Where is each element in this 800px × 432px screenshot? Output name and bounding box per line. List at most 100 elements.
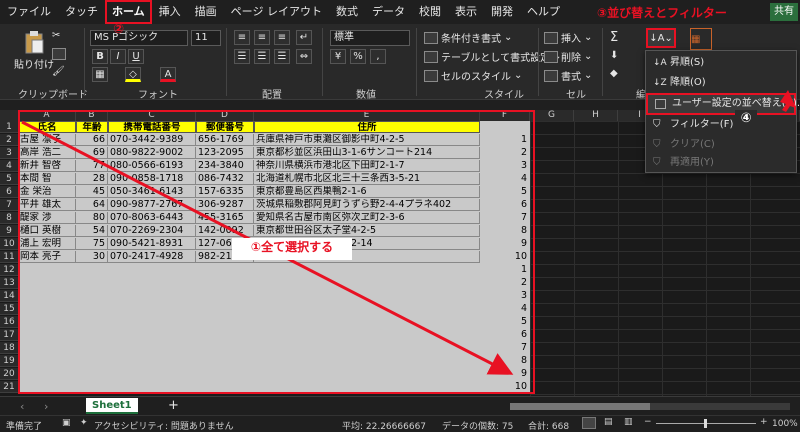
filter-label: フィルター(F) bbox=[670, 119, 734, 130]
status-ready: 準備完了 bbox=[6, 422, 43, 432]
group-style-label: スタイル bbox=[484, 90, 524, 101]
menu-touch[interactable]: タッチ bbox=[58, 0, 105, 24]
menu-file[interactable]: ファイル bbox=[0, 0, 58, 24]
menu-home[interactable]: ホーム bbox=[105, 0, 152, 24]
align-middle-button[interactable]: ≡ bbox=[254, 30, 270, 45]
zoom-in-icon[interactable]: + bbox=[760, 417, 768, 427]
conditional-format-button[interactable]: 条件付き書式 ⌄ bbox=[424, 30, 512, 45]
font-color-button[interactable]: A bbox=[160, 67, 176, 82]
copy-button[interactable] bbox=[52, 48, 66, 60]
insert-icon bbox=[544, 31, 558, 44]
paste-button[interactable]: 貼り付け bbox=[14, 30, 54, 71]
wrap-text-button[interactable]: ↵ bbox=[296, 30, 312, 45]
menu-review[interactable]: 校閲 bbox=[412, 0, 448, 24]
sheet-tab-sheet1[interactable]: Sheet1 bbox=[86, 398, 138, 414]
reapply-item[interactable]: ⛉ 再適用(Y) bbox=[646, 153, 796, 173]
cell-style-icon bbox=[424, 69, 438, 82]
reapply-label: 再適用(Y) bbox=[670, 157, 714, 168]
border-button[interactable]: ▦ bbox=[92, 67, 108, 82]
cell-style-button[interactable]: セルのスタイル ⌄ bbox=[424, 68, 522, 83]
italic-button[interactable]: I bbox=[110, 49, 126, 64]
format-painter-button[interactable]: 🖌 bbox=[52, 66, 65, 77]
menu-view[interactable]: 表示 bbox=[448, 0, 484, 24]
align-left-button[interactable]: ☰ bbox=[234, 49, 250, 64]
page-layout-view-icon[interactable]: ▤ bbox=[604, 417, 613, 427]
zoom-level[interactable]: 100% bbox=[772, 419, 798, 429]
ribbon-separator bbox=[226, 28, 227, 96]
fill-button[interactable]: ⬇ bbox=[610, 50, 618, 61]
col-header-h[interactable]: H bbox=[574, 110, 618, 121]
ribbon-separator bbox=[602, 28, 603, 96]
grid-icon: ▦ bbox=[691, 33, 701, 45]
zoom-slider-thumb[interactable] bbox=[704, 419, 707, 428]
next-sheet-icon[interactable]: › bbox=[44, 400, 48, 413]
clear-filter-item[interactable]: ⛉ クリア(C) bbox=[646, 135, 796, 155]
normal-view-icon[interactable] bbox=[582, 417, 596, 429]
prev-sheet-icon[interactable]: ‹ bbox=[20, 400, 24, 413]
gridline bbox=[530, 316, 800, 317]
gridline bbox=[530, 225, 800, 226]
menu-page-layout[interactable]: ページ レイアウト bbox=[224, 0, 329, 24]
horizontal-scrollbar[interactable] bbox=[510, 403, 790, 410]
filter-item[interactable]: ⛉ フィルター(F) bbox=[646, 115, 796, 135]
menu-help[interactable]: ヘルプ bbox=[520, 0, 567, 24]
status-average: 平均: 22.26666667 bbox=[342, 422, 427, 432]
font-name-select[interactable]: MS Pゴシック bbox=[90, 30, 188, 46]
merge-button[interactable]: ⇔ bbox=[296, 49, 312, 64]
format-icon bbox=[544, 69, 558, 82]
add-sheet-button[interactable]: + bbox=[168, 398, 179, 413]
percent-button[interactable]: % bbox=[350, 49, 366, 64]
clear-filter-icon: ⛉ bbox=[653, 139, 661, 150]
gridline bbox=[530, 173, 800, 174]
cut-button[interactable]: ✂ bbox=[52, 30, 60, 41]
filter-icon: ⛉ bbox=[653, 119, 661, 130]
scrollbar-thumb[interactable] bbox=[510, 403, 650, 410]
underline-button[interactable]: U bbox=[128, 49, 144, 64]
align-bottom-button[interactable]: ≡ bbox=[274, 30, 290, 45]
insert-cells-button[interactable]: 挿入 ⌄ bbox=[544, 30, 592, 45]
clear-button[interactable]: ◆ bbox=[610, 68, 618, 79]
sort-filter-button[interactable]: ↓A⌄ bbox=[646, 28, 676, 48]
gridline bbox=[530, 329, 800, 330]
gridline bbox=[530, 368, 800, 369]
align-top-button[interactable]: ≡ bbox=[234, 30, 250, 45]
align-right-button[interactable]: ☰ bbox=[274, 49, 290, 64]
number-format-select[interactable]: 標準 bbox=[330, 30, 410, 46]
find-select-button[interactable]: ▦ bbox=[690, 28, 712, 50]
gridline bbox=[530, 238, 800, 239]
comma-button[interactable]: , bbox=[370, 49, 386, 64]
status-accessibility[interactable]: アクセシビリティ: 問題ありません bbox=[94, 419, 234, 432]
callout-2: ② bbox=[113, 22, 125, 37]
chevron-down-icon: ⌄ bbox=[584, 70, 593, 81]
callout-select-all: ①全て選択する bbox=[232, 238, 352, 260]
currency-button[interactable]: ¥ bbox=[330, 49, 346, 64]
gridline bbox=[530, 199, 800, 200]
align-center-button[interactable]: ☰ bbox=[254, 49, 270, 64]
custom-sort-icon bbox=[655, 99, 666, 109]
menu-draw[interactable]: 描画 bbox=[188, 0, 224, 24]
gridline bbox=[530, 290, 800, 291]
zoom-slider[interactable] bbox=[656, 419, 756, 428]
status-sum: 合計: 668 bbox=[528, 422, 570, 432]
group-font-label: フォント bbox=[138, 90, 178, 101]
share-button[interactable]: 共有 bbox=[770, 3, 798, 21]
bold-button[interactable]: B bbox=[92, 49, 108, 64]
status-count: データの個数: 75 bbox=[442, 422, 514, 432]
zoom-out-icon[interactable]: − bbox=[644, 417, 652, 427]
menu-developer[interactable]: 開発 bbox=[484, 0, 520, 24]
autosum-button[interactable]: Σ bbox=[610, 30, 618, 45]
format-as-table-button[interactable]: テーブルとして書式設定⌄ bbox=[424, 49, 562, 64]
menu-formulas[interactable]: 数式 bbox=[329, 0, 365, 24]
page-break-view-icon[interactable]: ▥ bbox=[624, 417, 633, 427]
menu-insert[interactable]: 挿入 bbox=[152, 0, 188, 24]
menu-data[interactable]: データ bbox=[365, 0, 412, 24]
font-size-select[interactable]: 11 bbox=[191, 30, 221, 46]
fill-color-button[interactable]: ◇ bbox=[125, 67, 141, 82]
macro-record-icon[interactable]: ▣ bbox=[62, 418, 71, 428]
copy-icon bbox=[52, 48, 66, 60]
sort-ascending-item[interactable]: ↓A 昇順(S) bbox=[646, 53, 796, 73]
table-icon bbox=[424, 50, 438, 63]
ribbon-separator bbox=[84, 28, 85, 96]
format-cells-button[interactable]: 書式 ⌄ bbox=[544, 68, 592, 83]
delete-cells-button[interactable]: 削除 ⌄ bbox=[544, 49, 592, 64]
